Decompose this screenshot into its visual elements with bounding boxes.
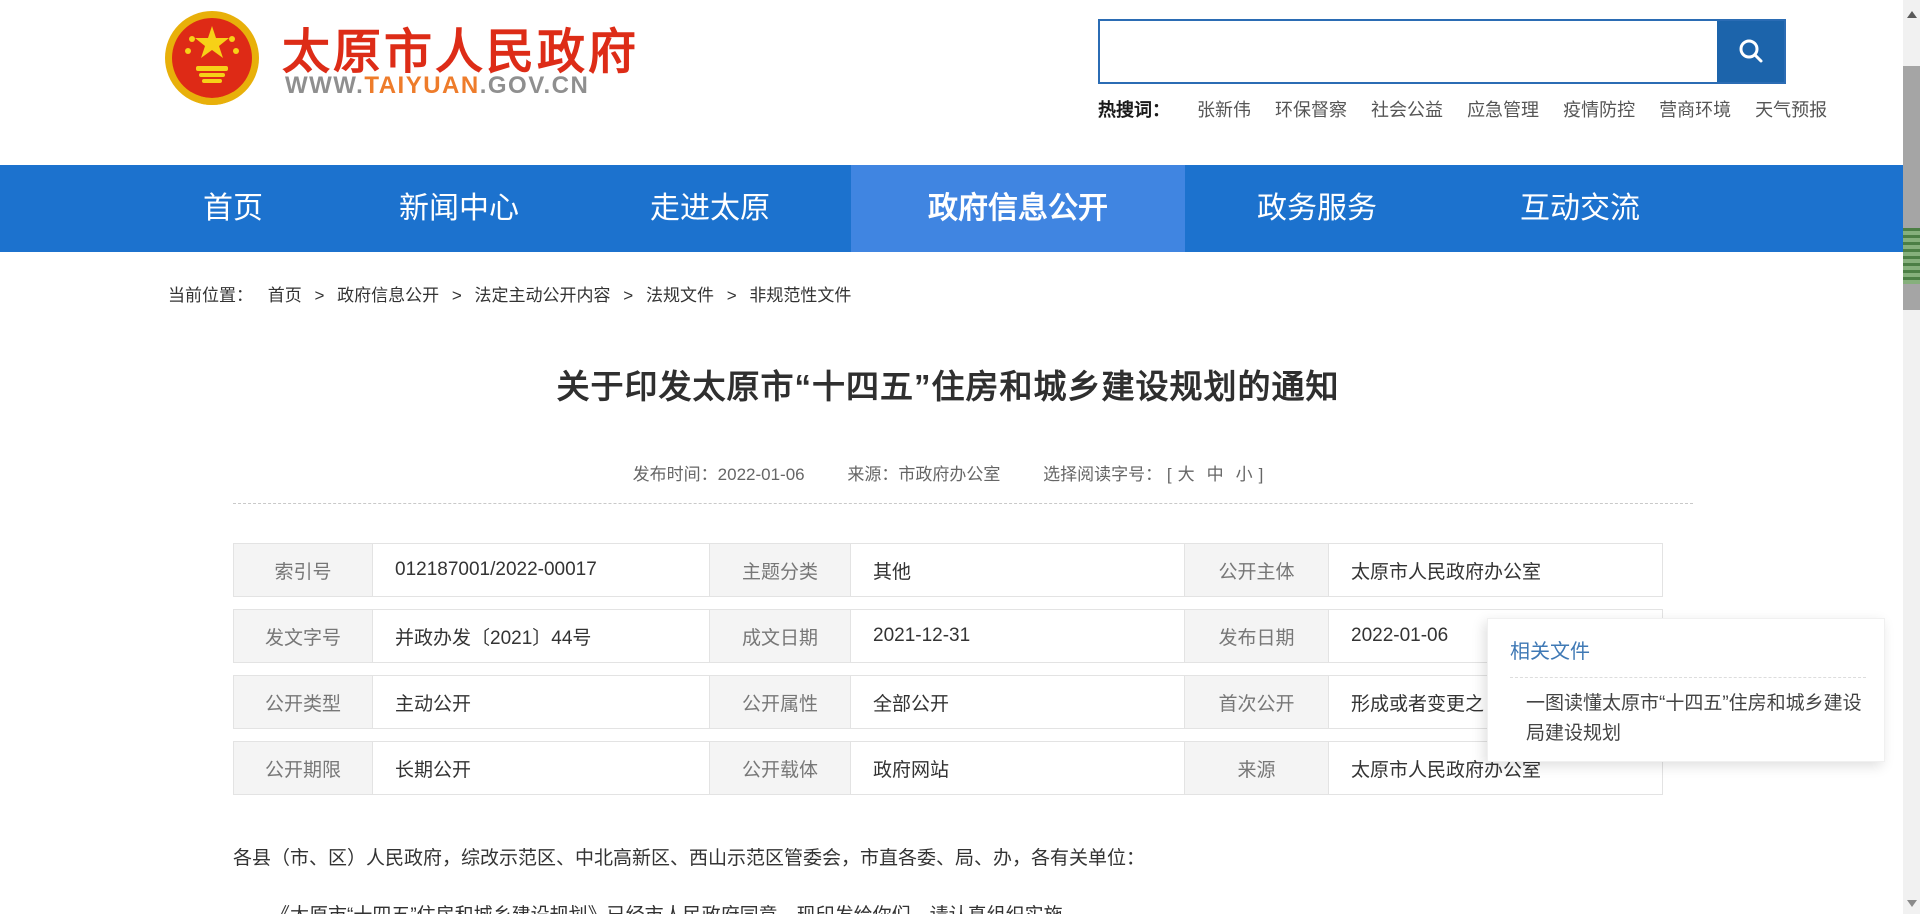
topic-category-label: 主题分类 <box>710 543 851 597</box>
disclosure-period-value: 长期公开 <box>373 741 710 795</box>
disclosure-body-value: 太原市人民政府办公室 <box>1329 543 1663 597</box>
national-emblem-logo <box>161 8 263 108</box>
nav-item-gov-info-active[interactable]: 政府信息公开 <box>851 165 1185 252</box>
hot-keyword[interactable]: 社会公益 <box>1371 100 1443 120</box>
font-size-medium[interactable]: 中 <box>1207 465 1224 484</box>
body-paragraph-intro: 《太原市“十四五”住房和城乡建设规划》已经市人民政府同意，现印发给你们，请认真组… <box>271 900 1082 914</box>
related-files-title: 相关文件 <box>1510 635 1884 664</box>
nav-item-interaction[interactable]: 互动交流 <box>1520 165 1640 252</box>
page: 太原市人民政府 WWW.TAIYUAN.GOV.CN 热搜词： 张新伟 环保督察… <box>0 0 1920 914</box>
search-input[interactable] <box>1100 21 1717 82</box>
written-date-value: 2021-12-31 <box>851 609 1185 663</box>
font-size-label: 选择阅读字号： <box>1043 465 1162 484</box>
nav-item-services[interactable]: 政务服务 <box>1257 165 1377 252</box>
up-arrow-icon <box>1907 11 1917 18</box>
doc-number-value: 并政办发〔2021〕44号 <box>373 609 710 663</box>
related-file-link[interactable]: 一图读懂太原市“十四五”住房和城乡建设局建设规划 <box>1526 689 1866 749</box>
table-row: 索引号 012187001/2022-00017 主题分类 其他 公开主体 太原… <box>233 543 1663 597</box>
disclosure-carrier-value: 政府网站 <box>851 741 1185 795</box>
scrollbar-thumb[interactable] <box>1903 66 1920 310</box>
publish-date-label-cell: 发布日期 <box>1185 609 1329 663</box>
hot-keyword[interactable]: 疫情防控 <box>1563 100 1635 120</box>
breadcrumb-regulations[interactable]: 法规文件 <box>646 286 714 305</box>
body-paragraph-salutation: 各县（市、区）人民政府，综改示范区、中北高新区、西山示范区管委会，市直各委、局、… <box>233 843 1145 870</box>
breadcrumb-non-normative[interactable]: 非规范性文件 <box>749 286 851 305</box>
publish-date-label: 发布时间： <box>633 465 718 484</box>
font-size-large[interactable]: 大 <box>1178 465 1195 484</box>
breadcrumb-gov-info[interactable]: 政府信息公开 <box>337 286 439 305</box>
dashed-divider <box>233 503 1693 504</box>
table-row: 公开期限 长期公开 公开载体 政府网站 来源 太原市人民政府办公室 <box>233 741 1663 795</box>
table-row: 发文字号 并政办发〔2021〕44号 成文日期 2021-12-31 发布日期 … <box>233 609 1663 663</box>
source-label: 来源： <box>847 465 898 484</box>
origin-label: 来源 <box>1185 741 1329 795</box>
disclosure-period-label: 公开期限 <box>233 741 373 795</box>
breadcrumb-home[interactable]: 首页 <box>268 286 302 305</box>
hot-keyword[interactable]: 营商环境 <box>1659 100 1731 120</box>
disclosure-attr-value: 全部公开 <box>851 675 1185 729</box>
breadcrumb-statutory-disclosure[interactable]: 法定主动公开内容 <box>475 286 611 305</box>
source-value: 市政府办公室 <box>898 465 1000 484</box>
popup-dashed-divider <box>1510 677 1866 678</box>
search-icon <box>1735 36 1767 68</box>
disclosure-attr-label: 公开属性 <box>710 675 851 729</box>
breadcrumb-separator: > <box>623 286 633 305</box>
breadcrumb-separator: > <box>452 286 462 305</box>
nav-item-home[interactable]: 首页 <box>203 165 263 252</box>
hot-keyword[interactable]: 应急管理 <box>1467 100 1539 120</box>
document-info-table: 索引号 012187001/2022-00017 主题分类 其他 公开主体 太原… <box>233 531 1663 807</box>
index-number-value: 012187001/2022-00017 <box>373 543 710 597</box>
index-number-label: 索引号 <box>233 543 373 597</box>
search-bar <box>1098 19 1786 84</box>
nav-item-about[interactable]: 走进太原 <box>650 165 770 252</box>
written-date-label: 成文日期 <box>710 609 851 663</box>
hot-keyword[interactable]: 张新伟 <box>1197 100 1251 120</box>
hot-search-row: 热搜词： 张新伟 环保督察 社会公益 应急管理 疫情防控 营商环境 天气预报 <box>1098 96 1846 122</box>
breadcrumb: 当前位置： 首页 > 政府信息公开 > 法定主动公开内容 > 法规文件 > 非规… <box>168 281 851 306</box>
breadcrumb-separator: > <box>727 286 737 305</box>
table-row: 公开类型 主动公开 公开属性 全部公开 首次公开 形成或者变更之日 <box>233 675 1663 729</box>
disclosure-type-value: 主动公开 <box>373 675 710 729</box>
disclosure-body-label: 公开主体 <box>1185 543 1329 597</box>
hot-keyword[interactable]: 环保督察 <box>1275 100 1347 120</box>
breadcrumb-separator: > <box>314 286 324 305</box>
vertical-scrollbar <box>1903 0 1920 914</box>
disclosure-carrier-label: 公开载体 <box>710 741 851 795</box>
breadcrumb-label: 当前位置： <box>168 286 253 305</box>
page-title: 关于印发太原市“十四五”住房和城乡建设规划的通知 <box>0 360 1896 408</box>
related-files-popup: 相关文件 一图读懂太原市“十四五”住房和城乡建设局建设规划 <box>1487 618 1885 762</box>
font-size-bracket: ] <box>1259 465 1264 484</box>
publish-date: 2022-01-06 <box>718 465 805 484</box>
font-size-small[interactable]: 小 <box>1236 465 1253 484</box>
first-disclosure-label: 首次公开 <box>1185 675 1329 729</box>
hot-search-label: 热搜词： <box>1098 100 1170 120</box>
main-nav: 首页 新闻中心 走进太原 政府信息公开 政务服务 互动交流 <box>0 165 1920 252</box>
search-button[interactable] <box>1717 21 1784 82</box>
site-url: WWW.TAIYUAN.GOV.CN <box>285 72 589 100</box>
hot-keyword[interactable]: 天气预报 <box>1755 100 1827 120</box>
article-meta: 发布时间：2022-01-06 来源：市政府办公室 选择阅读字号： [ 大中小] <box>0 460 1896 485</box>
scrollbar-down-arrow[interactable] <box>1903 895 1920 912</box>
topic-category-value: 其他 <box>851 543 1185 597</box>
doc-number-label: 发文字号 <box>233 609 373 663</box>
nav-item-news[interactable]: 新闻中心 <box>399 165 519 252</box>
scrollbar-grip-marker <box>1903 228 1920 284</box>
disclosure-type-label: 公开类型 <box>233 675 373 729</box>
site-header: 太原市人民政府 WWW.TAIYUAN.GOV.CN 热搜词： 张新伟 环保督察… <box>0 0 1920 165</box>
font-size-bracket: [ <box>1167 465 1172 484</box>
down-arrow-icon <box>1907 900 1917 907</box>
scrollbar-up-arrow[interactable] <box>1903 6 1920 23</box>
